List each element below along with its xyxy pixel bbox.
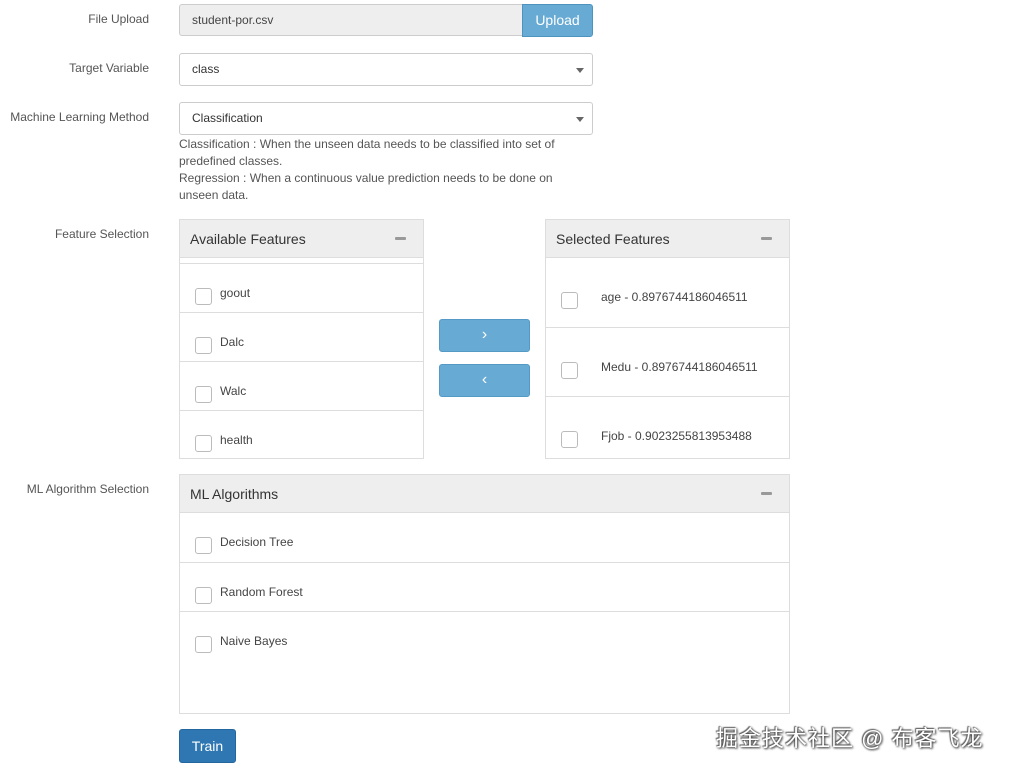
list-item[interactable]: Naive Bayes	[180, 611, 789, 713]
available-features-title: Available Features	[190, 231, 306, 247]
checkbox[interactable]	[561, 431, 578, 448]
feature-selection-label: Feature Selection	[54, 227, 149, 241]
feature-label: Medu - 0.8976744186046511	[601, 360, 758, 374]
list-item[interactable]: Random Forest	[180, 562, 789, 611]
list-item[interactable]: Decision Tree	[180, 513, 789, 562]
feature-label: age - 0.8976744186046511	[601, 290, 748, 304]
feature-label: Walc	[220, 384, 247, 398]
help-classification: Classification : When the unseen data ne…	[179, 137, 555, 168]
target-variable-value: class	[192, 62, 220, 76]
list-item[interactable]: Medu - 0.8976744186046511	[546, 327, 789, 396]
ml-method-value: Classification	[192, 111, 263, 125]
list-item[interactable]: age - 0.8976744186046511	[546, 258, 789, 327]
ml-algorithm-label: ML Algorithm Selection	[26, 482, 149, 496]
available-features-header: Available Features	[180, 220, 423, 258]
selected-features-header: Selected Features	[546, 220, 789, 258]
ml-method-label: Machine Learning Method	[10, 110, 149, 124]
feature-label: health	[220, 433, 253, 447]
available-features-panel: Available Features goout Dalc Walc healt…	[179, 219, 424, 459]
caret-down-icon	[576, 117, 584, 122]
feature-label: goout	[220, 286, 251, 300]
file-name-display[interactable]: student-por.csv	[179, 4, 522, 36]
train-button[interactable]: Train	[179, 729, 236, 763]
target-variable-select[interactable]: class	[179, 53, 593, 86]
ml-method-select[interactable]: Classification	[179, 102, 593, 135]
minus-icon[interactable]	[761, 237, 772, 240]
checkbox[interactable]	[195, 288, 212, 305]
selected-features-panel: Selected Features age - 0.89767441860465…	[545, 219, 790, 459]
checkbox[interactable]	[195, 337, 212, 354]
list-item[interactable]: goout	[180, 263, 423, 312]
target-variable-label: Target Variable	[69, 61, 149, 75]
minus-icon[interactable]	[761, 492, 772, 495]
list-item[interactable]: Dalc	[180, 312, 423, 361]
checkbox[interactable]	[195, 636, 212, 653]
move-left-button[interactable]: ‹	[439, 364, 530, 397]
checkbox[interactable]	[195, 587, 212, 604]
selected-features-title: Selected Features	[556, 231, 670, 247]
upload-button[interactable]: Upload	[522, 4, 593, 37]
minus-icon[interactable]	[395, 237, 406, 240]
list-item[interactable]: Fjob - 0.9023255813953488	[546, 396, 789, 458]
caret-down-icon	[576, 68, 584, 73]
checkbox[interactable]	[195, 386, 212, 403]
checkbox[interactable]	[561, 362, 578, 379]
file-upload-label: File Upload	[88, 12, 149, 26]
checkbox[interactable]	[195, 435, 212, 452]
move-right-button[interactable]: ›	[439, 319, 530, 352]
algorithm-label: Naive Bayes	[220, 634, 288, 648]
help-regression: Regression : When a continuous value pre…	[179, 171, 553, 202]
feature-label: Fjob - 0.9023255813953488	[601, 429, 752, 443]
algorithm-label: Decision Tree	[220, 535, 294, 549]
page: File Upload student-por.csv Upload Targe…	[0, 0, 1023, 771]
ml-algorithms-title: ML Algorithms	[190, 486, 279, 502]
ml-algorithms-panel: ML Algorithms Decision Tree Random Fores…	[179, 474, 790, 714]
ml-method-help: Classification : When the unseen data ne…	[179, 136, 569, 204]
list-item[interactable]: Walc	[180, 361, 423, 410]
list-item[interactable]: health	[180, 410, 423, 458]
ml-algorithms-header: ML Algorithms	[180, 475, 789, 513]
feature-label: Dalc	[220, 335, 245, 349]
watermark-text: 掘金技术社区 @ 布客飞龙	[716, 726, 984, 751]
checkbox[interactable]	[561, 292, 578, 309]
checkbox[interactable]	[195, 537, 212, 554]
algorithm-label: Random Forest	[220, 585, 303, 599]
